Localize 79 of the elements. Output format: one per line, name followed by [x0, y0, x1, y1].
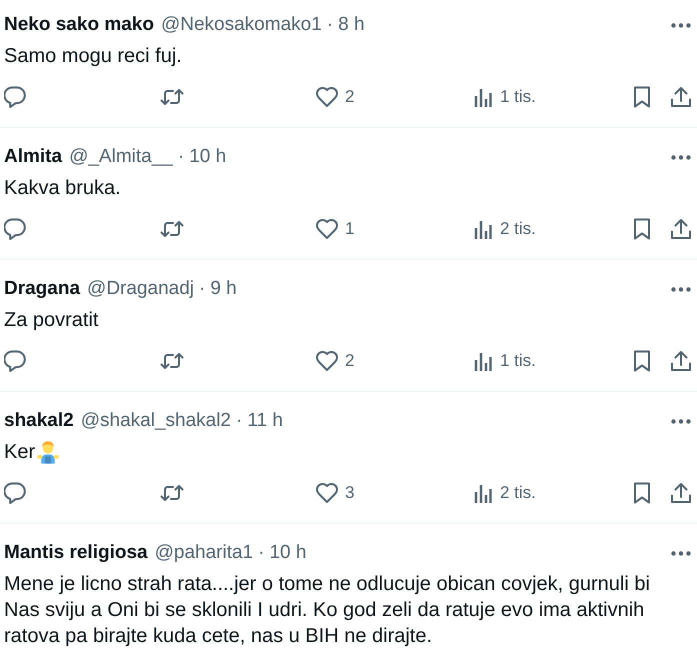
bookmark-button[interactable] — [633, 482, 651, 504]
more-icon — [671, 22, 691, 28]
author-name[interactable]: shakal2 — [4, 408, 74, 434]
bookmark-icon — [633, 86, 651, 108]
tweet-text: Samo mogu reci fuj. — [4, 44, 183, 69]
dot-separator: · — [258, 541, 264, 565]
bar-chart-icon — [474, 483, 492, 503]
author-handle[interactable]: @shakal_shakal2 — [80, 408, 231, 434]
more-icon — [671, 154, 691, 160]
like-button[interactable]: 2 — [316, 87, 354, 107]
speech-bubble-icon — [4, 350, 26, 372]
bookmark-icon — [633, 482, 651, 504]
author-name[interactable]: Mantis religiosa — [4, 540, 148, 566]
speech-bubble-icon — [4, 218, 26, 240]
like-button[interactable]: 3 — [316, 483, 354, 503]
heart-icon — [316, 87, 338, 107]
repost-button[interactable] — [160, 219, 184, 239]
repost-button[interactable] — [160, 483, 184, 503]
upload-icon — [670, 86, 692, 108]
bookmark-button[interactable] — [633, 218, 651, 240]
post-time[interactable]: 10 h — [269, 540, 306, 566]
post-time[interactable]: 9 h — [210, 276, 237, 302]
reply-button[interactable] — [4, 86, 26, 108]
views-button[interactable]: 2 tis. — [474, 219, 536, 239]
reply-button[interactable] — [4, 218, 26, 240]
dot-separator: · — [326, 13, 334, 37]
bookmark-icon — [633, 218, 651, 240]
author-handle[interactable]: @_Almita__ — [69, 144, 173, 170]
tweet-text: Kakva bruka. — [4, 176, 122, 201]
share-button[interactable] — [670, 482, 692, 504]
speech-bubble-icon — [4, 86, 26, 108]
author-name[interactable]: Dragana — [4, 276, 80, 302]
bar-chart-icon — [474, 351, 492, 371]
post-time[interactable]: 11 h — [247, 408, 283, 434]
share-button[interactable] — [670, 86, 692, 108]
upload-icon — [670, 218, 692, 240]
share-button[interactable] — [670, 218, 692, 240]
repeat-arrows-icon — [160, 351, 184, 371]
more-icon — [671, 550, 691, 556]
repeat-arrows-icon — [160, 483, 184, 503]
heart-icon — [316, 483, 338, 503]
tweet-text: Mene je licno strah rata....jer o tome ne odlucuje obican covjek, gurnuli bi Nas sviju a Oni bi se sklonili I udri. Ko god zeli da ratuje evo ima aktivnih ratova pa birajte kuda cete, nas u BIH ne dirajte. — [4, 572, 651, 649]
views-button[interactable]: 2 tis. — [474, 483, 536, 503]
repeat-arrows-icon — [160, 87, 184, 107]
author-handle[interactable]: @Nekosakomako1 — [160, 12, 322, 38]
repeat-arrows-icon — [160, 219, 184, 239]
shrugging-person-icon — [37, 440, 60, 464]
like-button[interactable]: 1 — [316, 219, 354, 239]
tweet-text: Za povratit — [4, 308, 100, 333]
bookmark-button[interactable] — [633, 350, 651, 372]
dot-separator: · — [236, 409, 242, 433]
heart-icon — [316, 351, 338, 371]
views-button[interactable]: 1 tis. — [474, 351, 536, 371]
author-name[interactable]: Neko sako mako — [4, 12, 154, 38]
upload-icon — [670, 482, 692, 504]
like-button[interactable]: 2 — [316, 351, 354, 371]
reply-button[interactable] — [4, 350, 26, 372]
author-name[interactable]: Almita — [4, 144, 62, 170]
author-handle[interactable]: @paharita1 — [154, 540, 254, 566]
tweet-text: Ker — [4, 440, 36, 465]
reply-button[interactable] — [4, 482, 26, 504]
dot-separator: · — [199, 277, 206, 301]
bar-chart-icon — [474, 219, 492, 239]
dot-separator: · — [178, 145, 184, 169]
author-handle[interactable]: @Draganadj — [87, 276, 194, 302]
post-time[interactable]: 8 h — [338, 12, 365, 38]
repost-button[interactable] — [160, 351, 184, 371]
upload-icon — [670, 350, 692, 372]
views-button[interactable]: 1 tis. — [474, 87, 536, 107]
post-time[interactable]: 10 h — [189, 144, 226, 170]
more-icon — [671, 286, 691, 292]
heart-icon — [316, 219, 338, 239]
more-icon — [671, 418, 691, 424]
bar-chart-icon — [474, 87, 492, 107]
bookmark-button[interactable] — [633, 86, 651, 108]
share-button[interactable] — [670, 350, 692, 372]
speech-bubble-icon — [4, 482, 26, 504]
repost-button[interactable] — [160, 87, 184, 107]
bookmark-icon — [633, 350, 651, 372]
